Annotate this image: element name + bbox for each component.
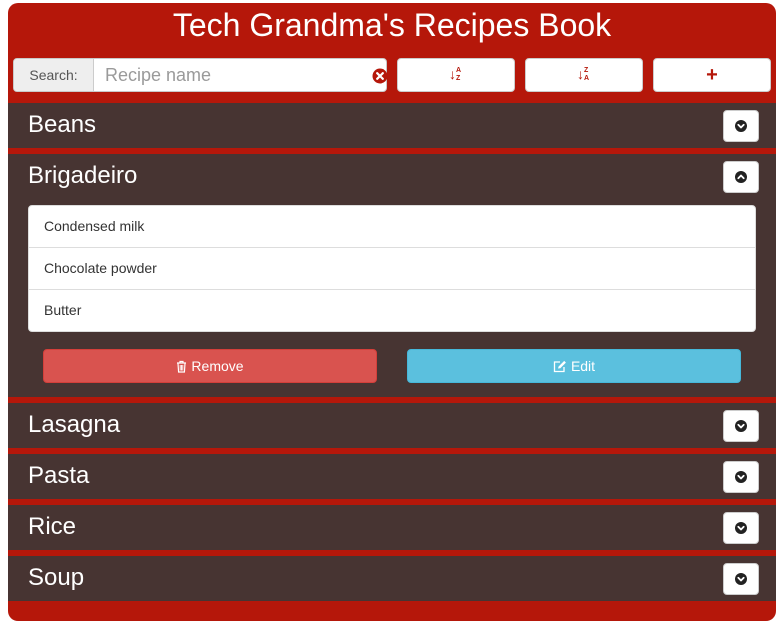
search-group: Search: — [13, 58, 388, 92]
sort-asc-button[interactable]: ↓ A Z — [397, 58, 515, 92]
search-input[interactable] — [94, 59, 362, 91]
add-recipe-button[interactable]: + — [653, 58, 771, 92]
chevron-down-icon — [735, 120, 747, 132]
edit-label: Edit — [570, 358, 596, 374]
recipe-title: Rice — [28, 513, 77, 540]
page-title: Tech Grandma's Recipes Book — [172, 7, 612, 43]
sort-alpha-asc-icon: ↓ A Z — [449, 66, 462, 82]
recipes-app: Tech Grandma's Recipes Book Search: ↓ A … — [8, 3, 776, 621]
chevron-down-icon — [735, 420, 747, 432]
chevron-down-icon — [735, 573, 747, 585]
recipe-title: Soup — [28, 564, 85, 591]
remove-recipe-button[interactable]: Remove — [43, 349, 377, 383]
chevron-down-icon — [735, 471, 747, 483]
sort-desc-button[interactable]: ↓ Z A — [525, 58, 643, 92]
remove-label: Remove — [191, 358, 244, 374]
plus-icon: + — [706, 64, 718, 86]
chevron-up-icon — [735, 171, 747, 183]
recipe-lasagna: Lasagna — [8, 403, 776, 448]
recipe-title: Pasta — [28, 462, 90, 489]
expand-recipe-button[interactable] — [723, 563, 759, 595]
ingredient-list: Condensed milk Chocolate powder Butter — [28, 205, 756, 332]
expand-recipe-button[interactable] — [723, 512, 759, 544]
chevron-down-icon — [735, 522, 747, 534]
recipe-beans: Beans — [8, 103, 776, 148]
search-label: Search: — [14, 59, 94, 91]
recipe-brigadeiro: Brigadeiro Condensed milk Chocolate powd… — [8, 154, 776, 397]
expand-recipe-button[interactable] — [723, 110, 759, 142]
recipe-rice: Rice — [8, 505, 776, 550]
expand-recipe-button[interactable] — [723, 461, 759, 493]
recipe-title: Brigadeiro — [28, 162, 138, 189]
edit-icon — [553, 360, 566, 372]
collapse-recipe-button[interactable] — [723, 161, 759, 193]
edit-recipe-button[interactable]: Edit — [407, 349, 741, 383]
toolbar: Search: ↓ A Z ↓ Z A + — [8, 58, 776, 95]
recipe-pasta: Pasta — [8, 454, 776, 499]
expand-recipe-button[interactable] — [723, 410, 759, 442]
clear-search-icon[interactable] — [372, 68, 388, 84]
recipe-soup: Soup — [8, 556, 776, 601]
sort-alpha-desc-icon: ↓ Z A — [577, 66, 590, 82]
recipe-title: Beans — [28, 111, 97, 138]
ingredient-item: Chocolate powder — [29, 248, 755, 290]
trash-icon — [177, 360, 187, 373]
ingredient-item: Butter — [44, 302, 82, 318]
recipe-title: Lasagna — [28, 411, 121, 438]
ingredient-item: Condensed milk — [29, 206, 755, 248]
